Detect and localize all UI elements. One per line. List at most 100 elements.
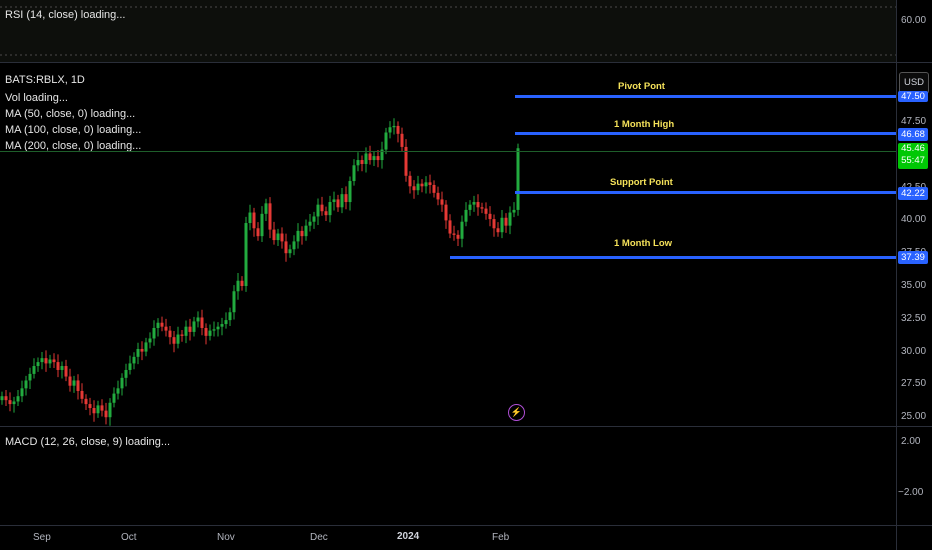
candle-body[interactable] xyxy=(312,216,316,222)
candle-body[interactable] xyxy=(308,221,312,226)
candle-body[interactable] xyxy=(320,204,324,212)
candle-body[interactable] xyxy=(248,212,252,224)
candle-body[interactable] xyxy=(232,291,236,313)
candle-body[interactable] xyxy=(52,359,56,363)
candle-body[interactable] xyxy=(340,194,344,208)
candle-body[interactable] xyxy=(168,330,172,338)
candle-body[interactable] xyxy=(184,326,188,336)
candle-body[interactable] xyxy=(516,148,520,210)
candle-body[interactable] xyxy=(284,241,288,254)
candle-body[interactable] xyxy=(456,234,460,239)
candle-body[interactable] xyxy=(492,219,496,229)
candle-body[interactable] xyxy=(216,326,220,330)
candle-body[interactable] xyxy=(368,153,372,161)
lightning-bolt-icon[interactable]: ⚡ xyxy=(508,404,525,421)
candle-body[interactable] xyxy=(96,405,100,414)
candle-body[interactable] xyxy=(72,380,76,386)
candle-body[interactable] xyxy=(260,213,264,237)
candle-body[interactable] xyxy=(324,211,328,216)
candle-body[interactable] xyxy=(484,208,488,214)
candle-body[interactable] xyxy=(120,377,124,389)
candle-body[interactable] xyxy=(80,390,84,399)
candle-body[interactable] xyxy=(116,388,120,394)
candle-body[interactable] xyxy=(196,317,200,322)
candle-body[interactable] xyxy=(220,324,224,327)
candle-body[interactable] xyxy=(24,380,28,389)
candle-body[interactable] xyxy=(240,280,244,286)
main-macd-separator[interactable] xyxy=(0,426,932,427)
candle-body[interactable] xyxy=(44,358,48,364)
candle-body[interactable] xyxy=(228,312,232,321)
candle-body[interactable] xyxy=(268,203,272,230)
candle-body[interactable] xyxy=(112,393,116,403)
indicator-ma100[interactable]: MA (100, close, 0) loading... xyxy=(5,124,141,136)
month-low-line[interactable] xyxy=(450,256,896,259)
candle-body[interactable] xyxy=(428,182,432,185)
candle-body[interactable] xyxy=(208,330,212,336)
candle-body[interactable] xyxy=(504,217,508,226)
candle-body[interactable] xyxy=(280,233,284,242)
candle-body[interactable] xyxy=(244,223,248,286)
candle-body[interactable] xyxy=(132,356,136,364)
candle-body[interactable] xyxy=(20,388,24,397)
candle-body[interactable] xyxy=(512,209,516,213)
candle-body[interactable] xyxy=(180,334,184,336)
candle-body[interactable] xyxy=(476,202,480,208)
candle-body[interactable] xyxy=(480,207,484,209)
candle-body[interactable] xyxy=(100,405,104,411)
candle-body[interactable] xyxy=(344,194,348,203)
candle-body[interactable] xyxy=(296,230,300,242)
candle-body[interactable] xyxy=(336,199,340,208)
candle-body[interactable] xyxy=(468,204,472,210)
candle-body[interactable] xyxy=(192,321,196,332)
candle-body[interactable] xyxy=(256,228,260,237)
candle-body[interactable] xyxy=(300,230,304,237)
candle-body[interactable] xyxy=(408,175,412,187)
candle-body[interactable] xyxy=(292,241,296,250)
candle-body[interactable] xyxy=(0,396,4,401)
candle-body[interactable] xyxy=(28,373,32,381)
candle-body[interactable] xyxy=(124,369,128,378)
candle-body[interactable] xyxy=(272,229,276,241)
candle-body[interactable] xyxy=(8,400,12,405)
candle-body[interactable] xyxy=(224,320,228,325)
candle-body[interactable] xyxy=(444,204,448,221)
candle-body[interactable] xyxy=(360,160,364,164)
candle-body[interactable] xyxy=(140,348,144,352)
candle-body[interactable] xyxy=(60,366,64,370)
candle-body[interactable] xyxy=(472,202,476,205)
candle-body[interactable] xyxy=(332,199,336,203)
candle-body[interactable] xyxy=(436,192,440,200)
candle-body[interactable] xyxy=(4,396,8,401)
candle-body[interactable] xyxy=(76,380,80,391)
indicator-vol[interactable]: Vol loading... xyxy=(5,92,68,104)
candle-body[interactable] xyxy=(172,337,176,344)
candle-body[interactable] xyxy=(188,326,192,332)
candle-body[interactable] xyxy=(376,156,380,161)
candle-body[interactable] xyxy=(328,202,332,216)
candle-body[interactable] xyxy=(364,153,368,164)
candle-body[interactable] xyxy=(400,133,404,147)
candle-body[interactable] xyxy=(288,249,292,254)
pivot-line[interactable] xyxy=(515,95,896,98)
indicator-ma50[interactable]: MA (50, close, 0) loading... xyxy=(5,108,135,120)
candle-body[interactable] xyxy=(508,212,512,226)
candle-body[interactable] xyxy=(412,186,416,191)
candle-body[interactable] xyxy=(252,212,256,229)
candle-body[interactable] xyxy=(396,125,400,134)
candle-body[interactable] xyxy=(432,184,436,193)
candle-body[interactable] xyxy=(440,199,444,205)
candle-body[interactable] xyxy=(316,204,320,217)
candle-body[interactable] xyxy=(392,125,396,128)
candle-body[interactable] xyxy=(148,338,152,343)
candle-body[interactable] xyxy=(136,348,140,357)
candle-body[interactable] xyxy=(108,402,112,418)
candle-body[interactable] xyxy=(372,156,376,161)
candle-body[interactable] xyxy=(212,329,216,331)
candle-body[interactable] xyxy=(500,217,504,233)
candle-body[interactable] xyxy=(104,410,108,418)
candle-body[interactable] xyxy=(48,359,52,364)
candle-body[interactable] xyxy=(84,398,88,405)
candle-body[interactable] xyxy=(452,233,456,235)
candle-body[interactable] xyxy=(16,396,20,402)
